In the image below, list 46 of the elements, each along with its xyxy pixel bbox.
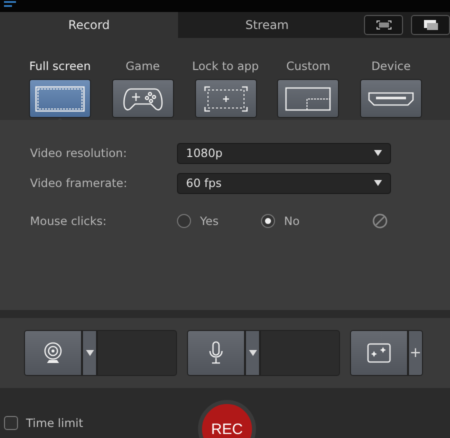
mode-label: Lock to app [192,59,259,73]
setting-label: Mouse clicks: [30,214,108,228]
record-button[interactable]: REC [198,400,256,438]
target-frame-icon [204,86,248,112]
radio-button[interactable] [261,214,275,228]
radio-label: Yes [200,214,219,228]
mode-label: Custom [286,59,330,73]
mode-label: Full screen [29,59,91,73]
mode-label: Device [371,59,411,73]
tab[interactable]: Record [0,12,178,38]
dropdown[interactable]: 1080p [177,142,391,164]
dropdown-button[interactable] [82,330,97,376]
setting-label: Video resolution: [30,146,128,160]
mode-button[interactable] [360,79,422,118]
windows-icon [422,19,439,31]
gamepad-icon [122,86,163,112]
caret-icon [248,350,256,356]
caret-icon [374,180,382,186]
webcam-icon [43,342,63,364]
fullscreen-icon [376,20,392,30]
mode-button[interactable] [277,79,340,118]
radio-label: No [284,214,300,228]
monitor-button[interactable] [411,15,450,35]
caret-icon [374,150,382,156]
webcam-button[interactable] [24,330,82,376]
microphone-button[interactable] [187,330,245,376]
mode-button[interactable] [112,79,174,118]
add-button[interactable]: + [408,330,423,376]
caret-icon [86,350,94,356]
setting-label: Video framerate: [30,176,128,190]
fullscreen-button[interactable] [364,15,404,35]
microphone-icon [208,341,224,365]
app-logo-icon [4,0,16,8]
mode-label: Game [126,59,160,73]
checkbox[interactable] [4,416,18,430]
dropdown[interactable]: 60 fps [177,172,391,194]
mode-button[interactable] [194,79,256,118]
screen-icon [35,86,85,112]
sparkle-picture-icon [367,343,391,363]
hdmi-icon [368,90,414,106]
region-icon [285,86,332,110]
effects-button[interactable] [350,330,408,376]
dropdown-button[interactable] [245,330,260,376]
checkbox-label: Time limit [26,416,84,430]
mode-button[interactable] [29,79,91,118]
radio-button[interactable] [177,214,191,228]
